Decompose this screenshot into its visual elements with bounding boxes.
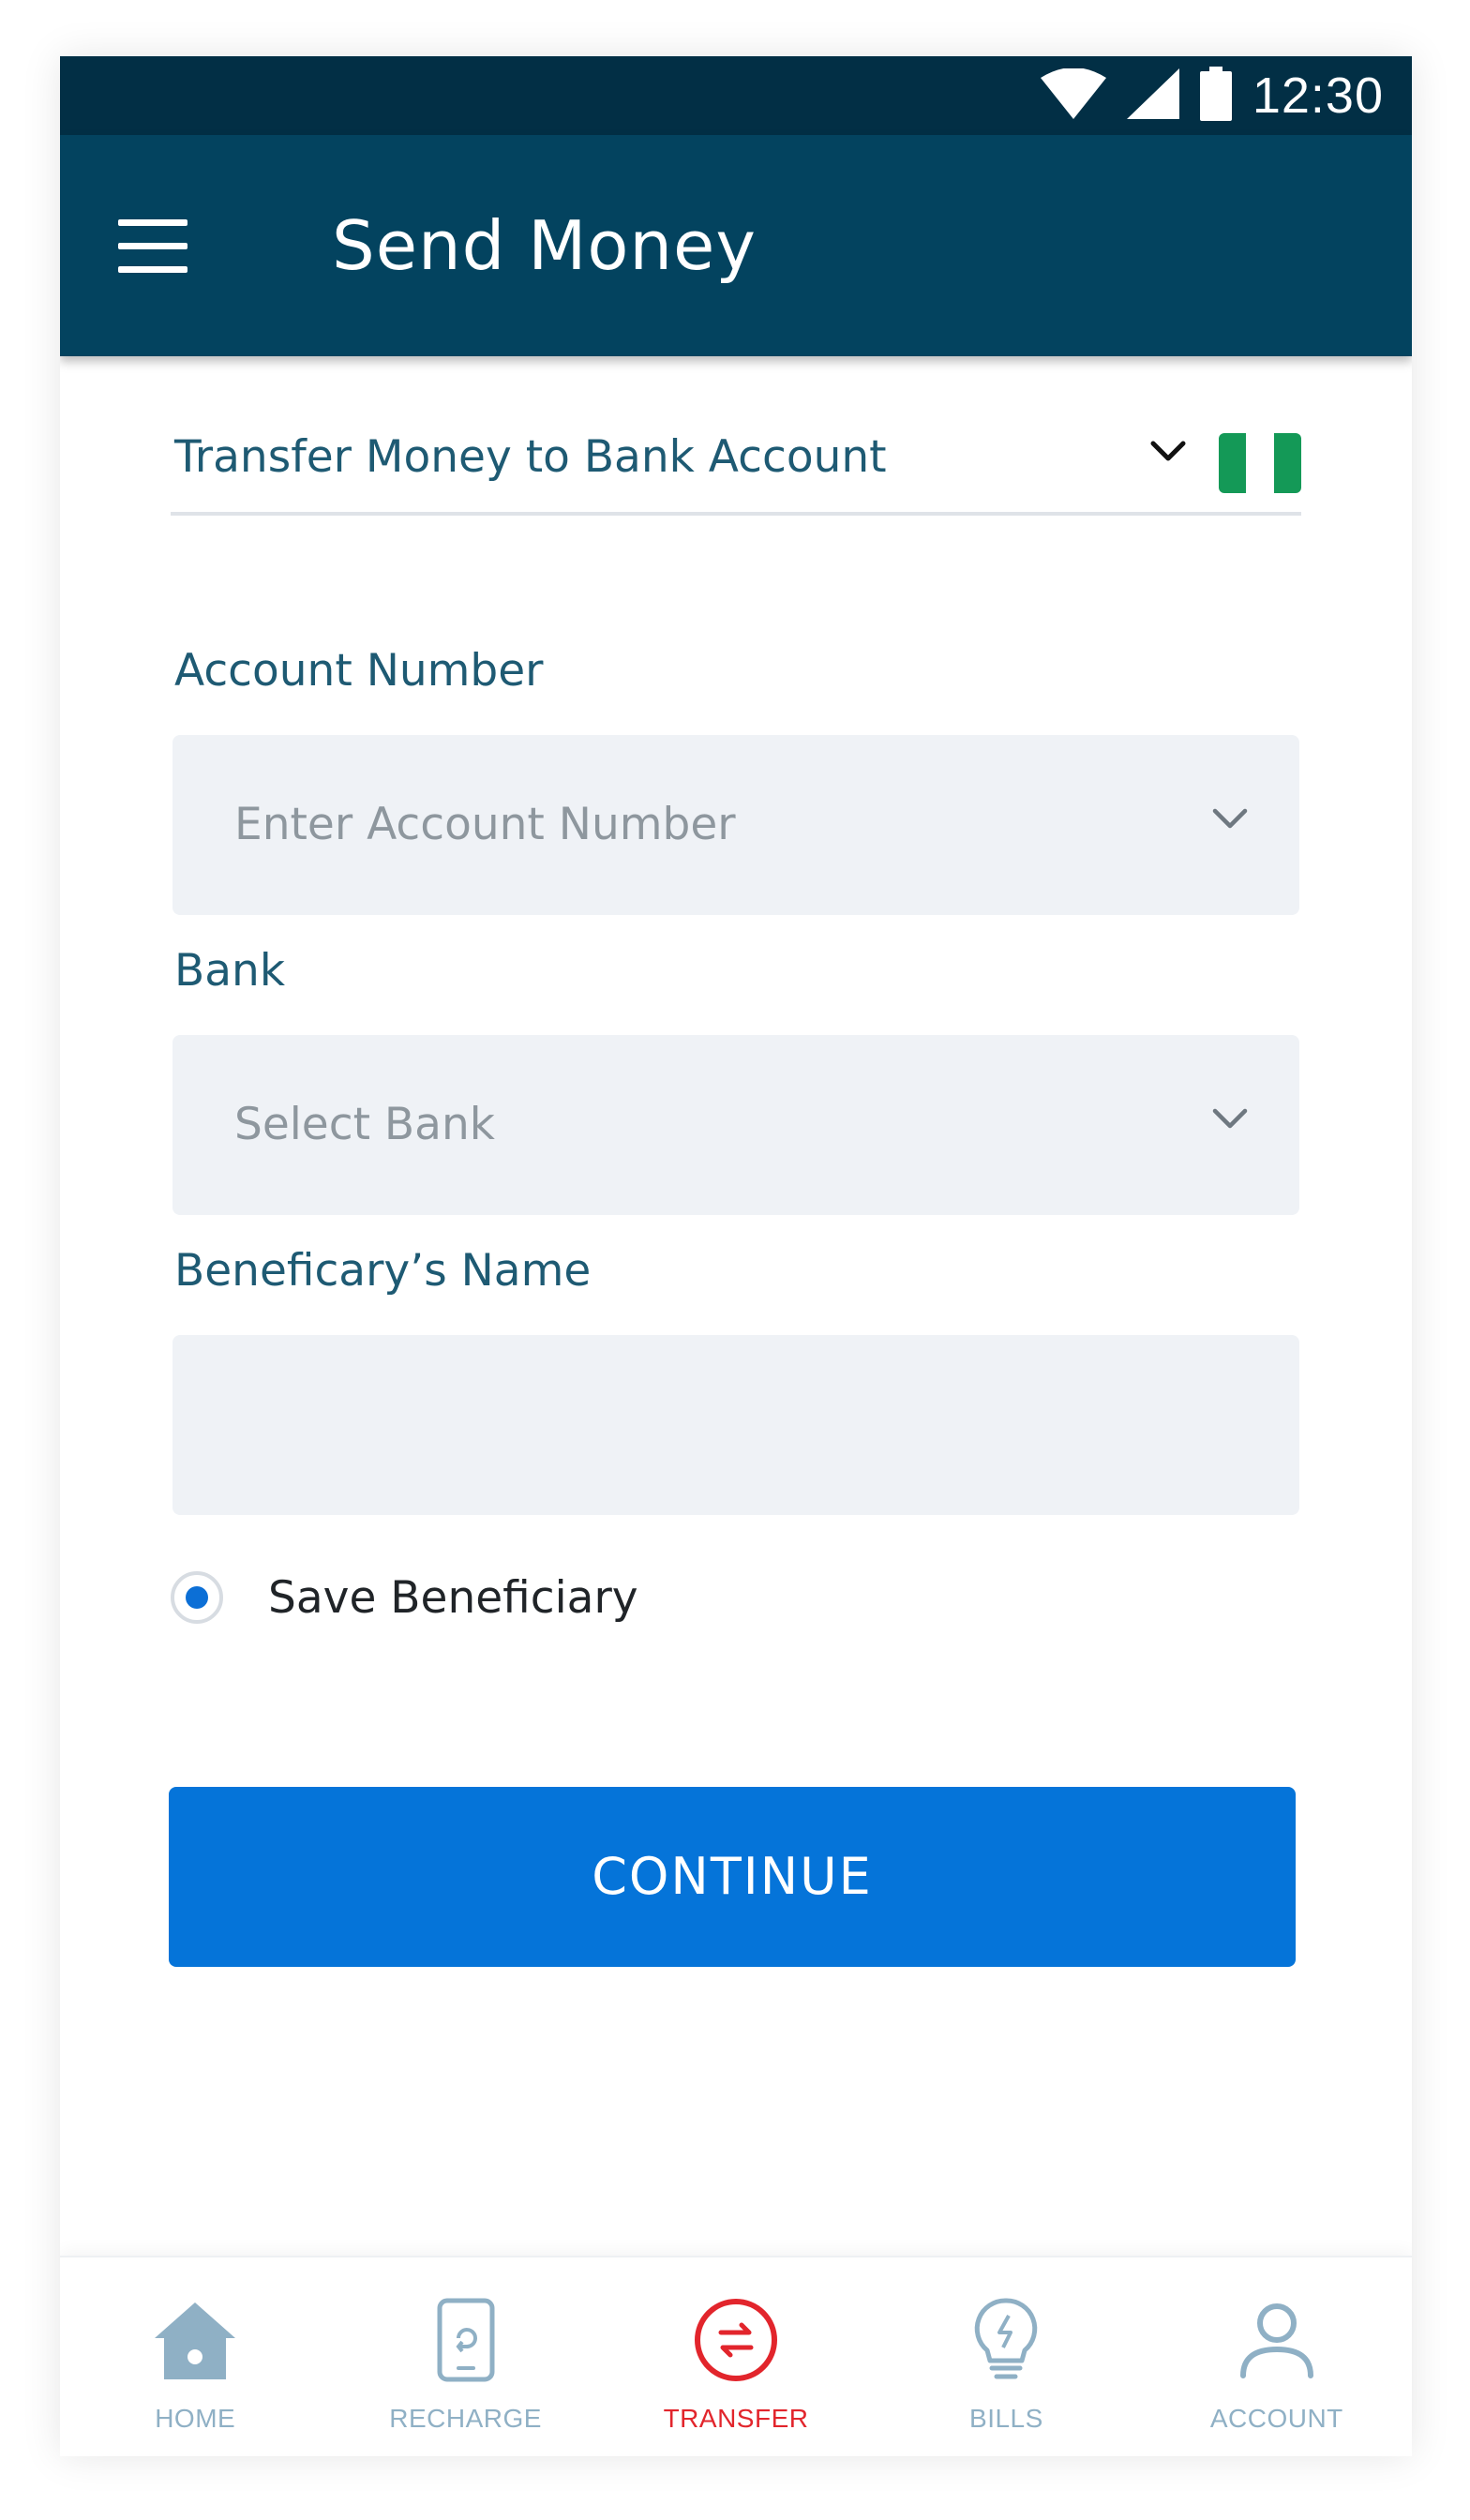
bank-label: Bank (174, 945, 286, 997)
phone-recharge-icon (419, 2293, 513, 2387)
transfer-icon (689, 2293, 783, 2387)
page-title: Send Money (332, 206, 757, 285)
nav-item-bills[interactable]: BILLS (871, 2258, 1141, 2456)
save-beneficiary-radio[interactable] (171, 1571, 223, 1624)
nav-label-bills: BILLS (969, 2404, 1043, 2433)
continue-button[interactable]: CONTINUE (169, 1787, 1296, 1967)
beneficiary-name-label: Beneficary’s Name (174, 1245, 592, 1297)
bank-placeholder: Select Bank (234, 1099, 495, 1150)
nav-label-transfer: TRANSFER (663, 2404, 809, 2433)
account-number-label: Account Number (174, 645, 544, 697)
home-icon (148, 2293, 242, 2387)
nav-item-account[interactable]: ACCOUNT (1142, 2258, 1412, 2456)
chevron-down-icon (1211, 806, 1249, 835)
nav-label-account: ACCOUNT (1209, 2404, 1343, 2433)
save-beneficiary-label: Save Beneficiary (268, 1571, 638, 1624)
nav-item-home[interactable]: HOME (60, 2258, 330, 2456)
hamburger-menu-icon[interactable] (118, 219, 189, 274)
transfer-type-dropdown[interactable]: Transfer Money to Bank Account (171, 403, 1301, 516)
user-icon (1230, 2293, 1324, 2387)
app-bar: Send Money (60, 135, 1412, 356)
beneficiary-name-field[interactable] (172, 1335, 1299, 1515)
status-time: 12:30 (1252, 68, 1384, 124)
chevron-down-icon (1149, 439, 1187, 468)
chevron-down-icon (1211, 1106, 1249, 1135)
save-beneficiary-option[interactable]: Save Beneficiary (171, 1560, 638, 1635)
transfer-type-label: Transfer Money to Bank Account (174, 431, 887, 483)
bank-select[interactable]: Select Bank (172, 1035, 1299, 1215)
wifi-icon (1040, 67, 1106, 124)
battery-icon (1199, 66, 1232, 126)
lightbulb-icon (959, 2293, 1053, 2387)
nav-item-recharge[interactable]: RECHARGE (330, 2258, 600, 2456)
nav-label-recharge: RECHARGE (389, 2404, 542, 2433)
phone-screen: 12:30 Send Money Transfer Money to Bank … (60, 56, 1412, 2456)
status-icons: 12:30 (1040, 56, 1384, 135)
status-bar: 12:30 (60, 56, 1412, 135)
radio-selected-dot (186, 1586, 208, 1609)
nigeria-flag-icon (1219, 433, 1301, 493)
nav-item-transfer[interactable]: TRANSFER (601, 2258, 871, 2456)
bottom-navigation: HOME RECHARGE TRANSFER BILLS ACCOUNT (60, 2256, 1412, 2456)
account-number-field[interactable]: Enter Account Number (172, 735, 1299, 915)
account-number-placeholder: Enter Account Number (234, 799, 736, 850)
nav-label-home: HOME (155, 2404, 236, 2433)
cellular-signal-icon (1126, 68, 1179, 124)
